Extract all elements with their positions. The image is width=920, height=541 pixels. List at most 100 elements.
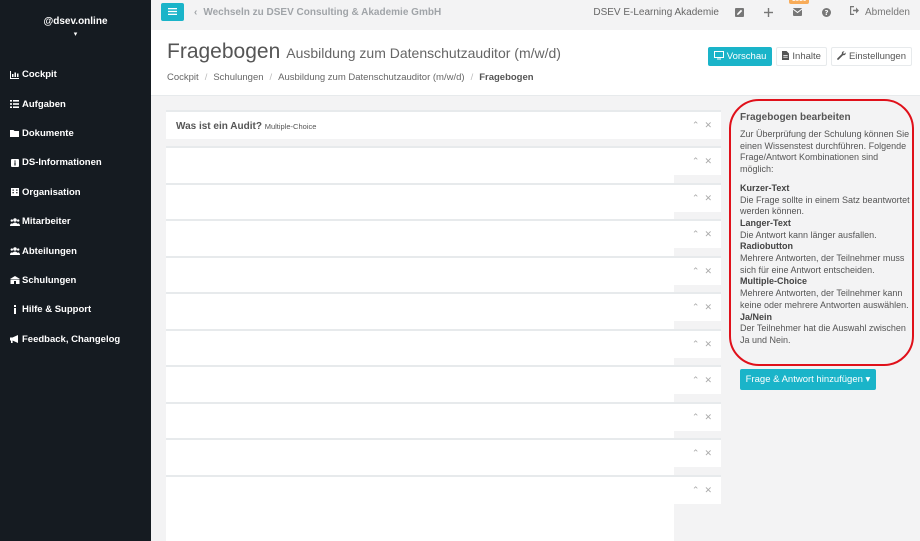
edit-icon[interactable] xyxy=(734,6,746,18)
question-item[interactable]: ⌃ ✕ xyxy=(166,182,721,212)
close-icon[interactable]: ✕ xyxy=(704,412,712,423)
close-icon[interactable]: ✕ xyxy=(704,229,712,240)
close-icon[interactable]: ✕ xyxy=(704,120,712,131)
breadcrumb-separator: / xyxy=(204,72,208,83)
question-item[interactable]: ⌃ ✕ xyxy=(166,146,721,175)
collapse-icon[interactable]: ⌃ xyxy=(692,339,700,350)
settings-button[interactable]: Einstellungen xyxy=(830,47,912,66)
tenant-name[interactable]: DSEV E-Learning Akademie xyxy=(593,7,719,18)
collapse-icon[interactable]: ⌃ xyxy=(692,375,700,386)
collapse-icon[interactable]: ⌃ xyxy=(692,448,700,459)
breadcrumb-item-schulungen[interactable]: Schulungen xyxy=(213,72,263,83)
sidebar-item-ds-informationen[interactable]: DS-Informationen xyxy=(0,148,151,177)
collapse-icon[interactable]: ⌃ xyxy=(692,156,700,167)
chart-icon xyxy=(7,70,22,79)
file-icon xyxy=(782,51,790,62)
question-item[interactable]: Was ist ein Audit? Multiple-Choice ⌃ ✕ xyxy=(166,110,721,139)
question-item[interactable]: ⌃ ✕ xyxy=(166,328,721,358)
notifications-icon[interactable]: 1930 xyxy=(788,0,810,18)
question-item[interactable]: ⌃ ✕ xyxy=(166,474,721,504)
sidebar-item-label: DS-Informationen xyxy=(22,157,102,169)
breadcrumb-item-current: Fragebogen xyxy=(479,72,534,83)
sidebar-item-label: Schulungen xyxy=(22,274,77,286)
sidebar-item-organisation[interactable]: Organisation xyxy=(0,178,151,207)
close-icon[interactable]: ✕ xyxy=(704,485,712,496)
breadcrumb-separator: / xyxy=(470,72,474,83)
sidebar-item-feedback[interactable]: Feedback, Changelog xyxy=(0,325,151,354)
hamburger-icon xyxy=(168,6,177,18)
sidebar-item-label: Dokumente xyxy=(22,127,74,139)
close-icon[interactable]: ✕ xyxy=(704,156,712,167)
sidebar-item-schulungen[interactable]: Schulungen xyxy=(0,266,151,295)
notification-badge: 1930 xyxy=(788,0,810,4)
help-panel-title: Fragebogen bearbeiten xyxy=(740,112,851,123)
user-menu[interactable]: @dsev.online ▾ xyxy=(0,0,151,60)
add-question-button[interactable]: Frage & Antwort hinzufügen ▾ xyxy=(740,369,876,390)
page-subtitle: Ausbildung zum Datenschutzauditor (m/w/d… xyxy=(286,45,561,61)
sidebar-item-label: Mitarbeiter xyxy=(22,216,71,228)
question-item[interactable]: ⌃ ✕ xyxy=(166,219,721,248)
breadcrumb-separator: / xyxy=(269,72,273,83)
preview-button[interactable]: Vorschau xyxy=(707,47,773,66)
building-icon xyxy=(7,188,22,197)
close-icon[interactable]: ✕ xyxy=(704,339,712,350)
collapse-icon[interactable]: ⌃ xyxy=(692,485,700,496)
question-type-info: Multiple-Choice Mehrere Antworten, der Te… xyxy=(740,276,912,311)
users-icon xyxy=(7,217,22,226)
close-icon[interactable]: ✕ xyxy=(704,448,712,459)
folder-icon xyxy=(7,129,22,138)
sidebar-item-cockpit[interactable]: Cockpit xyxy=(0,60,151,89)
question-item[interactable]: ⌃ ✕ xyxy=(166,292,721,321)
page-header: Fragebogen Ausbildung zum Datenschutzaud… xyxy=(151,30,920,96)
logout-link[interactable]: Abmelden xyxy=(849,6,910,18)
collapse-icon[interactable]: ⌃ xyxy=(692,302,700,313)
help-icon[interactable]: ? xyxy=(821,6,833,18)
contents-button[interactable]: Inhalte xyxy=(776,47,827,66)
question-item[interactable]: ⌃ ✕ xyxy=(166,438,721,467)
sidebar-item-hilfe[interactable]: Hilfe & Support xyxy=(0,295,151,324)
question-item[interactable]: ⌃ ✕ xyxy=(166,365,721,394)
sidebar-item-dokumente[interactable]: Dokumente xyxy=(0,119,151,148)
close-icon[interactable]: ✕ xyxy=(704,266,712,277)
question-type: Multiple-Choice xyxy=(264,122,317,131)
question-type-info: Ja/Nein Der Teilnehmer hat die Auswahl zw… xyxy=(740,312,912,347)
question-type-info: Radiobutton Mehrere Antworten, der Teilne… xyxy=(740,241,912,276)
help-panel: Fragebogen bearbeiten Zur Überprüfung de… xyxy=(740,112,912,347)
breadcrumb: Cockpit / Schulungen / Ausbildung zum Da… xyxy=(167,72,534,83)
close-icon[interactable]: ✕ xyxy=(704,193,712,204)
question-item[interactable]: ⌃ ✕ xyxy=(166,255,721,285)
help-panel-intro: Zur Überprüfung der Schulung können Sie … xyxy=(740,129,910,175)
switch-organization-label: Wechseln zu DSEV Consulting & Akademie G… xyxy=(203,6,442,18)
settings-label: Einstellungen xyxy=(848,51,906,62)
breadcrumb-item-cockpit[interactable]: Cockpit xyxy=(167,72,199,83)
svg-text:?: ? xyxy=(825,9,829,17)
collapse-icon[interactable]: ⌃ xyxy=(692,412,700,423)
sidebar-item-aufgaben[interactable]: Aufgaben xyxy=(0,89,151,118)
collapse-icon[interactable]: ⌃ xyxy=(692,229,700,240)
sidebar-item-mitarbeiter[interactable]: Mitarbeiter xyxy=(0,207,151,236)
sidebar-item-label: Cockpit xyxy=(22,69,57,81)
close-icon[interactable]: ✕ xyxy=(704,375,712,386)
close-icon[interactable]: ✕ xyxy=(704,302,712,313)
chevron-down-icon[interactable]: ▾ xyxy=(0,30,151,38)
switch-organization-link[interactable]: ‹ Wechseln zu DSEV Consulting & Akademie… xyxy=(194,7,441,18)
monitor-icon xyxy=(713,51,724,62)
sidebar-item-label: Feedback, Changelog xyxy=(22,333,121,345)
preview-label: Vorschau xyxy=(726,51,767,62)
wrench-icon xyxy=(837,51,846,62)
logout-icon xyxy=(849,6,860,18)
breadcrumb-item-training[interactable]: Ausbildung zum Datenschutzauditor (m/w/d… xyxy=(278,72,464,83)
user-name: @dsev.online xyxy=(43,16,108,27)
collapse-icon[interactable]: ⌃ xyxy=(692,120,700,131)
type-desc: Die Antwort kann länger ausfallen. xyxy=(740,229,877,240)
question-type-info: Kurzer-Text Die Frage sollte in einem Sat… xyxy=(740,183,912,218)
sidebar-item-abteilungen[interactable]: Abteilungen xyxy=(0,236,151,265)
collapse-icon[interactable]: ⌃ xyxy=(692,266,700,277)
menu-toggle-button[interactable] xyxy=(161,3,184,21)
plus-icon[interactable] xyxy=(763,6,775,18)
collapse-icon[interactable]: ⌃ xyxy=(692,193,700,204)
contents-label: Inhalte xyxy=(792,51,821,62)
question-item[interactable]: ⌃ ✕ xyxy=(166,401,721,431)
info-icon xyxy=(7,305,22,315)
megaphone-icon xyxy=(7,335,22,344)
